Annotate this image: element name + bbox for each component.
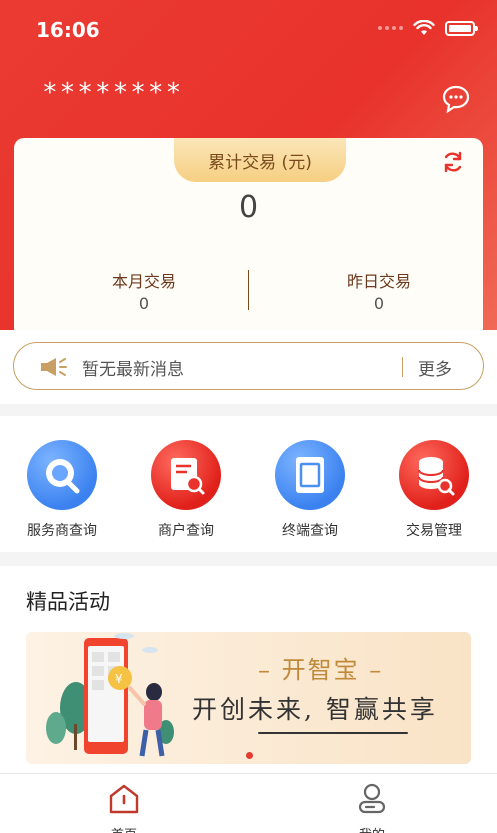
menu-merchant-query[interactable]: 商户查询 [124,440,248,540]
menu-transaction-management[interactable]: 交易管理 [372,440,496,540]
banner-title: – 开智宝 – [258,656,384,684]
stats-divider [248,270,249,310]
tab-home-label: 首页 [64,824,184,833]
month-transactions: 本月交易 0 [44,268,244,313]
tab-mine[interactable]: 我的 [312,782,432,833]
transaction-summary-card: 累计交易 (元) 0 本月交易 0 昨日交易 0 [14,138,483,338]
status-bar: 16:06 [0,0,497,60]
month-transactions-value: 0 [138,294,150,313]
user-icon [358,783,386,814]
banner-underline [258,732,408,734]
username: ******** [42,78,184,108]
yesterday-transactions-value: 0 [373,294,385,313]
banner-slogan: 开创未来, 智赢共享 [192,695,438,724]
search-icon [27,440,97,510]
signal-icon [378,26,403,30]
notice-divider [402,357,403,377]
terminal-icon [275,440,345,510]
total-transactions-value: 0 [238,190,259,225]
message-icon[interactable] [441,84,471,114]
notice-more-link[interactable]: 更多 [418,355,452,380]
carousel-indicator [246,752,253,759]
menu-label: 终端查询 [282,523,338,539]
featured-activities: 精品活动 ¥ – 开智宝 – 开创未来, 智赢共享 [0,566,497,773]
transaction-db-icon [399,440,469,510]
tab-home[interactable]: 首页 [64,782,184,833]
month-transactions-label: 本月交易 [111,272,176,291]
quick-menu: 服务商查询 商户查询 终端查询 交易管理 [0,416,497,552]
section-title: 精品活动 [26,590,110,614]
status-icons [378,20,478,36]
menu-provider-query[interactable]: 服务商查询 [0,440,124,540]
yesterday-transactions: 昨日交易 0 [279,268,479,313]
menu-label: 服务商查询 [27,523,97,539]
tab-bar: 首页 我的 [0,773,497,833]
total-transactions-label: 累计交易 (元) [174,138,346,182]
notice-text: 暂无最新消息 [82,360,184,380]
notice-section: 暂无最新消息 更多 [0,330,497,404]
refresh-icon[interactable] [441,150,465,174]
status-time: 16:06 [36,18,100,42]
home-icon [109,784,139,814]
wifi-icon [413,20,435,35]
menu-label: 交易管理 [406,523,462,539]
menu-label: 商户查询 [158,523,214,539]
notice-bar[interactable]: 暂无最新消息 更多 [13,342,484,390]
svg-text:¥: ¥ [115,672,123,686]
megaphone-icon [41,358,67,376]
merchant-query-icon [151,440,221,510]
activity-banner[interactable]: ¥ – 开智宝 – 开创未来, 智赢共享 [26,632,471,764]
tab-mine-label: 我的 [312,824,432,833]
banner-illustration: ¥ [46,633,174,757]
battery-icon [445,20,478,36]
menu-terminal-query[interactable]: 终端查询 [248,440,372,540]
yesterday-transactions-label: 昨日交易 [346,272,411,291]
